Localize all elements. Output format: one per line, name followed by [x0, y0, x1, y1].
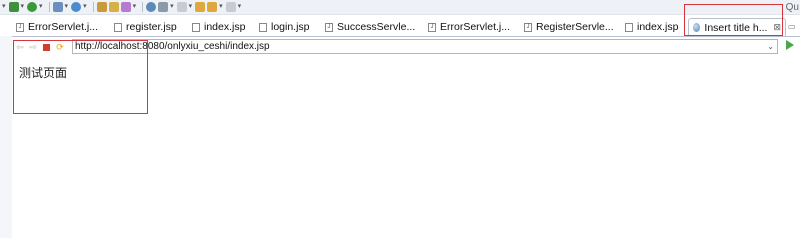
java-file-icon: J	[16, 22, 24, 32]
next-annotation-icon[interactable]	[176, 2, 187, 12]
tab-label: index.jsp	[637, 21, 679, 33]
tab-errorservlet-2[interactable]: J ErrorServlet.j...	[424, 18, 520, 36]
toolbar-dropdown-icon[interactable]: ▾	[219, 2, 223, 12]
toolbar-dropdown-icon[interactable]: ▾	[39, 2, 43, 12]
forward-icon[interactable]	[225, 2, 236, 12]
toolbar-dropdown-icon[interactable]: ▾	[238, 2, 242, 12]
toolbar-separator	[142, 2, 144, 12]
tab-label: RegisterServle...	[536, 21, 614, 33]
toolbar-dropdown-icon[interactable]: ▾	[21, 2, 25, 12]
tab-register-jsp[interactable]: register.jsp	[110, 18, 188, 36]
tab-label: register.jsp	[126, 21, 177, 33]
tab-index-jsp-1[interactable]: index.jsp	[188, 18, 255, 36]
tab-label: index.jsp	[204, 21, 246, 33]
toolbar-dropdown-icon[interactable]: ▾	[2, 2, 6, 12]
jsp-file-icon	[259, 22, 267, 32]
annotation-highlight-active-tab	[684, 4, 783, 36]
tab-index-jsp-2[interactable]: index.jsp	[621, 18, 688, 36]
toolbar-dropdown-icon[interactable]: ▾	[65, 2, 69, 12]
pen-icon[interactable]	[120, 2, 131, 12]
globe-icon[interactable]	[146, 2, 157, 12]
toolbar-dropdown-icon[interactable]: ▾	[83, 2, 87, 12]
jsp-file-icon	[625, 22, 633, 32]
editor-tab-strip: J ErrorServlet.j... register.jsp index.j…	[12, 18, 800, 36]
tab-overflow-icon[interactable]: ▭	[788, 18, 800, 36]
go-icon[interactable]	[786, 40, 794, 50]
new-class-icon[interactable]	[71, 2, 82, 12]
new-project-icon[interactable]	[52, 2, 63, 12]
jsp-file-icon	[192, 22, 200, 32]
toolbar-dropdown-icon[interactable]: ▾	[189, 2, 193, 12]
open-type-icon[interactable]	[96, 2, 107, 12]
quick-access-field[interactable]: Qu	[786, 0, 800, 15]
java-file-icon: J	[428, 22, 436, 32]
annotation-icon[interactable]	[158, 2, 169, 12]
toolbar-dropdown-icon[interactable]: ▾	[170, 2, 174, 12]
url-input[interactable]: http://localhost:8080/onlyxiu_ceshi/inde…	[72, 39, 778, 54]
tab-successservlet[interactable]: J SuccessServle...	[321, 18, 424, 36]
tab-label: SuccessServle...	[337, 21, 416, 33]
toolbar-separator	[48, 2, 50, 12]
last-edit-icon[interactable]	[195, 2, 206, 12]
tab-errorservlet-1[interactable]: J ErrorServlet.j...	[12, 18, 110, 36]
chevron-down-icon[interactable]: ⌄	[767, 40, 774, 53]
new-server-icon[interactable]	[8, 2, 19, 12]
toolbar-dropdown-icon[interactable]: ▾	[133, 2, 137, 12]
toolbar-separator	[92, 2, 94, 12]
run-icon[interactable]	[27, 2, 38, 12]
tab-login-jsp[interactable]: login.jsp	[255, 18, 321, 36]
tab-label: ErrorServlet.j...	[440, 21, 511, 33]
open-resource-icon[interactable]	[108, 2, 119, 12]
back-icon[interactable]	[207, 2, 218, 12]
tab-label: ErrorServlet.j...	[28, 21, 99, 33]
tab-registerservlet[interactable]: J RegisterServle...	[520, 18, 621, 36]
annotation-highlight-page-area	[13, 40, 148, 114]
java-file-icon: J	[524, 22, 532, 32]
main-toolbar: ▾ ▾ ▾ ▾ ▾ ▾ ▾ ▾ ▾ ▾ Qu	[0, 0, 800, 15]
jsp-file-icon	[114, 22, 122, 32]
java-file-icon: J	[325, 22, 333, 32]
tab-label: login.jsp	[271, 21, 310, 33]
